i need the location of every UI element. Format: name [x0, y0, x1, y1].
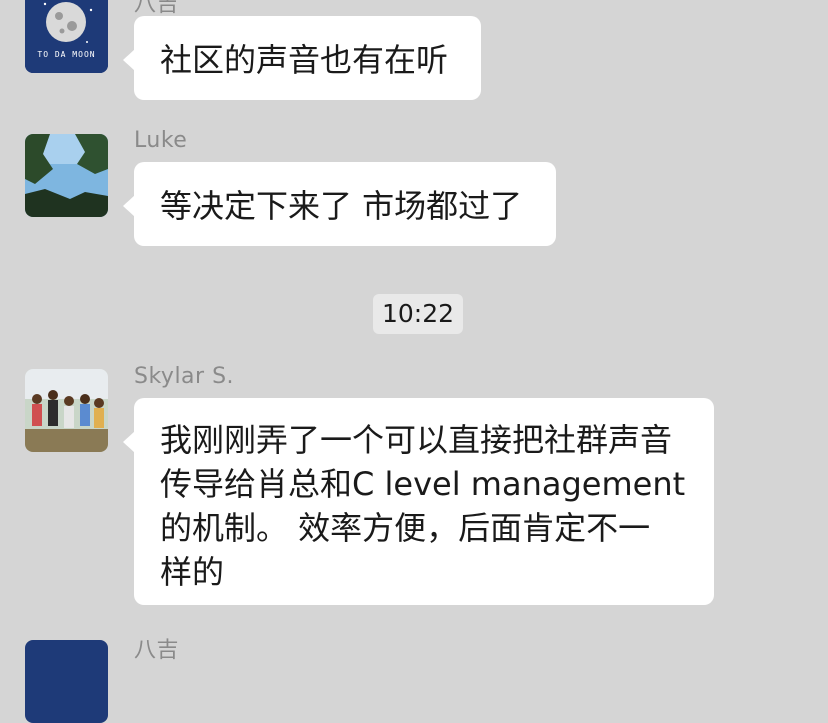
message-text-line: 传导给肖总和C level management [160, 465, 686, 503]
to-da-moon-avatar-icon[interactable]: TO DA MOON [25, 0, 108, 73]
sender-name: Luke [134, 128, 188, 153]
message-text-line: 样的 [160, 553, 225, 591]
timestamp-pill: 10:22 [373, 294, 463, 334]
message-bubble[interactable]: 等决定下来了 市场都过了 [123, 162, 556, 246]
message-text-line: 的机制。 效率方便，后面肯定不一 [160, 509, 651, 547]
message-text: 社区的声音也有在听 [160, 41, 449, 79]
sky-trees-avatar-icon[interactable] [25, 134, 108, 217]
to-da-moon-avatar-icon[interactable] [25, 640, 108, 723]
group-photo-avatar-icon[interactable] [25, 369, 108, 452]
message-bubble[interactable]: 我刚刚弄了一个可以直接把社群声音 传导给肖总和C level managemen… [123, 398, 714, 605]
message-bubble[interactable]: 社区的声音也有在听 [123, 16, 481, 100]
message-text: 等决定下来了 市场都过了 [160, 187, 523, 225]
message-text-line: 我刚刚弄了一个可以直接把社群声音 [160, 421, 673, 459]
sender-name: Skylar S. [134, 364, 235, 389]
avatar-caption: TO DA MOON [37, 50, 96, 59]
sender-name: 八吉 [134, 638, 180, 663]
